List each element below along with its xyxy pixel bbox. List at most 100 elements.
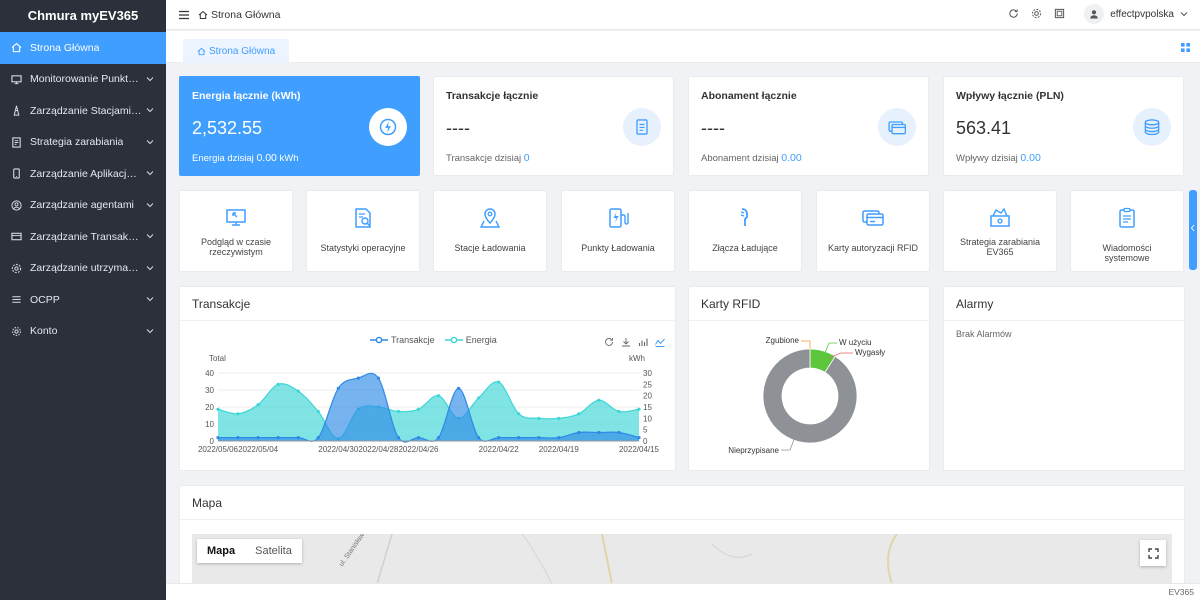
settings-icon[interactable] bbox=[1031, 8, 1042, 19]
sidebar-item-9[interactable]: Konto bbox=[0, 316, 166, 348]
y-right-tick-label: 10 bbox=[643, 414, 652, 423]
map-mode-button[interactable]: Mapa bbox=[197, 539, 245, 563]
stat-sub-value: 0.00 bbox=[781, 152, 802, 164]
data-point bbox=[436, 436, 441, 440]
data-point bbox=[436, 394, 441, 398]
data-point bbox=[577, 430, 581, 435]
quick-link-6[interactable]: Strategia zarabiania EV365 bbox=[943, 190, 1057, 272]
alarms-empty-text: Brak Alarmów bbox=[956, 329, 1012, 339]
quick-link-7[interactable]: Wiadomości systemowe bbox=[1070, 190, 1184, 272]
data-point bbox=[236, 436, 240, 440]
y-axis-right-title: kWh bbox=[629, 354, 645, 363]
grid-icon[interactable] bbox=[1181, 43, 1190, 52]
agent-icon bbox=[10, 199, 22, 211]
rfid-panel: Karty RFID Zgubione W użyciu Wygasły Nieprz… bbox=[688, 286, 930, 471]
x-tick-label: 2022/04/30 bbox=[318, 445, 359, 454]
pie-slice bbox=[762, 348, 858, 444]
sidebar-item-0[interactable]: Strona Główna bbox=[0, 32, 166, 64]
stat-card-0: Energia łącznie (kWh) 2,532.55 Energia dzi… bbox=[179, 76, 420, 176]
stat-sub-unit: kWh bbox=[279, 153, 299, 164]
user-icon bbox=[1090, 10, 1099, 19]
y-right-tick-label: 5 bbox=[643, 426, 648, 435]
quick-link-label: Podgląd w czasie rzeczywistym bbox=[200, 237, 272, 258]
chevron-down-icon bbox=[146, 234, 154, 239]
stat-subtitle: Wpływy dzisiaj 0.00 bbox=[956, 152, 1041, 164]
data-point bbox=[296, 389, 300, 393]
sidebar-item-label: Monitorowanie Punktów Ładowania bbox=[30, 73, 142, 86]
stat-subtitle: Abonament dzisiaj 0.00 bbox=[701, 152, 802, 164]
quick-link-3[interactable]: Punkty Ładowania bbox=[561, 190, 675, 272]
data-point bbox=[416, 436, 421, 440]
data-point bbox=[637, 436, 641, 440]
maintenance-icon bbox=[10, 262, 22, 274]
sidebar-item-3[interactable]: Strategia zarabiania bbox=[0, 127, 166, 159]
realtime-icon bbox=[223, 205, 249, 231]
breadcrumb: Strona Główna bbox=[198, 9, 280, 21]
sidebar-item-7[interactable]: Zarządzanie utrzymaniem bbox=[0, 253, 166, 285]
sidebar-item-label: Konto bbox=[30, 325, 58, 338]
stat-title: Transakcje łącznie bbox=[446, 90, 539, 102]
sidebar-item-4[interactable]: Zarządzanie Aplikacją EV365 bbox=[0, 158, 166, 190]
breadcrumb-label[interactable]: Strona Główna bbox=[211, 9, 280, 21]
quick-link-label: Karty autoryzacji RFID bbox=[827, 243, 919, 253]
data-point bbox=[216, 436, 220, 440]
sidebar-item-8[interactable]: OCPP bbox=[0, 284, 166, 316]
station-icon bbox=[10, 105, 22, 117]
sidebar-item-label: Zarządzanie Stacjami Ładowania bbox=[30, 104, 142, 117]
quick-link-4[interactable]: Złącza Ładujące bbox=[688, 190, 802, 272]
rfid-title: Karty RFID bbox=[689, 287, 929, 321]
stat-card-1: Transakcje łącznie ---- Transakcje dzisiaj… bbox=[433, 76, 674, 176]
transactions-title: Transakcje bbox=[180, 287, 675, 321]
quick-link-0[interactable]: Podgląd w czasie rzeczywistym bbox=[179, 190, 293, 272]
sidebar-item-label: OCPP bbox=[30, 293, 60, 306]
x-tick-label: 2022/04/15 bbox=[619, 445, 660, 454]
hamburger-menu-icon[interactable] bbox=[178, 9, 190, 21]
map-canvas[interactable]: ul. Stanisława Maczka Mapa Satelita bbox=[192, 534, 1172, 584]
fullscreen-icon[interactable] bbox=[1054, 8, 1065, 19]
stat-sub-value: 0.00 bbox=[1020, 152, 1041, 164]
data-point bbox=[256, 403, 260, 407]
data-point bbox=[517, 412, 521, 416]
map-title: Mapa bbox=[180, 486, 1184, 520]
tab-home[interactable]: Strona Główna bbox=[183, 39, 290, 63]
document-icon bbox=[623, 108, 661, 146]
home-icon bbox=[198, 10, 208, 19]
user-menu[interactable]: effectpvpolska bbox=[1084, 4, 1188, 24]
quick-link-2[interactable]: Stacje Ładowania bbox=[433, 190, 547, 272]
data-point bbox=[376, 376, 380, 380]
username: effectpvpolska bbox=[1110, 8, 1174, 20]
sidebar-item-5[interactable]: Zarządzanie agentami bbox=[0, 190, 166, 222]
data-point bbox=[416, 407, 421, 411]
sidebar-item-label: Zarządzanie agentami bbox=[30, 199, 134, 212]
data-point bbox=[537, 416, 541, 420]
quick-link-5[interactable]: Karty autoryzacji RFID bbox=[816, 190, 930, 272]
satellite-mode-button[interactable]: Satelita bbox=[245, 539, 302, 563]
data-point bbox=[477, 396, 481, 400]
chevron-left-icon bbox=[1190, 224, 1195, 232]
data-point bbox=[236, 412, 240, 416]
data-point bbox=[557, 436, 561, 440]
transaction-icon bbox=[10, 231, 22, 243]
refresh-icon[interactable] bbox=[1008, 8, 1019, 19]
data-point bbox=[617, 430, 621, 435]
stat-subtitle: Transakcje dzisiaj 0 bbox=[446, 152, 530, 164]
chevron-down-icon bbox=[146, 108, 154, 113]
map-fullscreen-button[interactable] bbox=[1140, 540, 1166, 566]
chevron-down-icon bbox=[1180, 12, 1188, 17]
data-point bbox=[216, 407, 220, 411]
monitor-icon bbox=[10, 73, 22, 85]
side-scroll-handle[interactable] bbox=[1189, 190, 1197, 270]
data-point bbox=[336, 386, 340, 390]
card-icon bbox=[878, 108, 916, 146]
x-tick-label: 2022/05/04 bbox=[238, 445, 279, 454]
sidebar-item-1[interactable]: Monitorowanie Punktów Ładowania bbox=[0, 64, 166, 96]
map-pin-icon bbox=[477, 205, 503, 231]
quick-link-1[interactable]: Statystyki operacyjne bbox=[306, 190, 420, 272]
sidebar-item-6[interactable]: Zarządzanie Transakcjami bbox=[0, 221, 166, 253]
sidebar-item-2[interactable]: Zarządzanie Stacjami Ładowania bbox=[0, 95, 166, 127]
stat-subtitle: Energia dzisiaj 0.00 kWh bbox=[192, 152, 299, 164]
coins-icon bbox=[1133, 108, 1171, 146]
pie-label: Wygasły bbox=[855, 348, 885, 357]
home-icon bbox=[10, 42, 22, 54]
data-point bbox=[396, 409, 401, 414]
